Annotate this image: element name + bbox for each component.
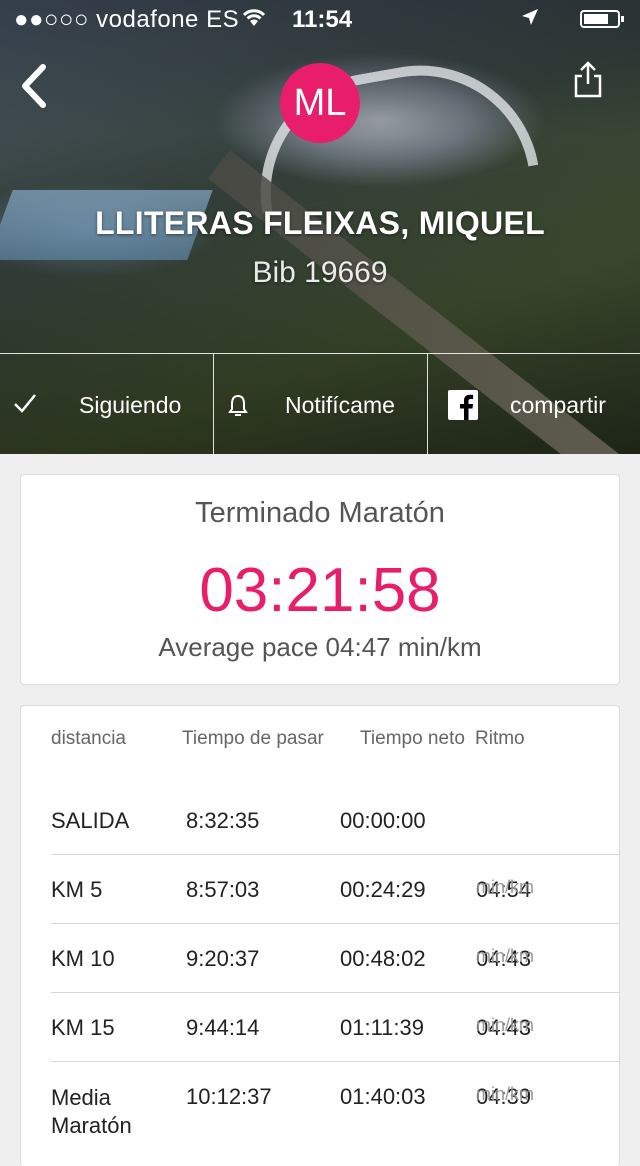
table-row: KM 10 9:20:37 00:48:02 04:43 min/km	[51, 924, 619, 993]
avatar: ML	[280, 63, 360, 143]
hero-header: ●●○○○ vodafone ES 11:54 ML LLITERAS FLEI…	[0, 0, 640, 454]
split-name: KM 5	[51, 877, 103, 902]
result-card: Terminado Maratón 03:21:58 Average pace …	[20, 474, 620, 685]
location-arrow-icon	[520, 7, 540, 33]
table-header: distancia Tiempo de pasar Tiempo neto Ri…	[51, 728, 611, 758]
split-pass-time: 8:57:03	[186, 877, 260, 902]
split-net-time: 01:40:03	[340, 1084, 426, 1109]
average-pace: Average pace 04:47 min/km	[158, 632, 482, 662]
table-row: Media Maratón 10:12:37 01:40:03 04:39 min…	[51, 1084, 534, 1138]
battery-icon	[580, 10, 624, 28]
column-net-time: Tiempo neto	[360, 728, 465, 749]
table-row: KM 5 8:57:03 00:24:29 04:54 min/km	[51, 855, 619, 924]
athlete-name: LLITERAS FLEIXAS, MIQUEL	[95, 205, 545, 241]
column-distance: distancia	[51, 728, 126, 749]
back-button[interactable]	[14, 58, 54, 114]
follow-button[interactable]: Siguiendo	[0, 354, 213, 454]
share-label: compartir	[510, 392, 606, 418]
bell-icon	[228, 394, 248, 424]
split-pass-time: 10:12:37	[186, 1084, 272, 1109]
splits-table: distancia Tiempo de pasar Tiempo neto Ri…	[20, 705, 620, 1166]
background-photo-building	[241, 46, 539, 214]
split-name: SALIDA	[51, 808, 130, 833]
split-pass-time: 9:44:14	[186, 1015, 260, 1040]
wifi-icon	[240, 6, 268, 35]
split-name: KM 15	[51, 1015, 115, 1040]
split-net-time: 01:11:39	[340, 1015, 425, 1040]
split-net-time: 00:00:00	[340, 808, 426, 833]
clock: 11:54	[292, 6, 353, 33]
share-button[interactable]	[570, 60, 606, 100]
notify-button[interactable]: Notifícame	[213, 354, 427, 454]
carrier-label: ●●○○○ vodafone ES	[14, 6, 240, 33]
race-status: Terminado Maratón	[195, 497, 445, 529]
action-bar: Siguiendo Notifícame compartir	[0, 353, 640, 454]
column-pace: Ritmo	[475, 728, 525, 749]
share-icon	[574, 61, 602, 98]
status-bar: ●●○○○ vodafone ES 11:54	[0, 0, 640, 40]
follow-label: Siguiendo	[79, 392, 182, 418]
column-pass-time: Tiempo de pasar	[182, 728, 324, 749]
bib-number: Bib 19669	[252, 256, 388, 289]
notify-label: Notifícame	[285, 392, 395, 418]
split-pass-time: 9:20:37	[186, 946, 260, 971]
table-row: KM 15 9:44:14 01:11:39 04:43 min/km	[51, 993, 619, 1062]
facebook-icon	[448, 390, 478, 426]
finish-time: 03:21:58	[199, 556, 441, 625]
split-pass-time: 8:32:35	[186, 808, 260, 833]
split-name-line2: Maratón	[51, 1113, 132, 1138]
share-facebook-button[interactable]: compartir	[427, 354, 640, 454]
table-row: SALIDA 8:32:35 00:00:00	[51, 786, 619, 855]
split-net-time: 00:48:02	[340, 946, 426, 971]
back-arrow-icon	[22, 64, 46, 108]
checkmark-icon	[12, 390, 38, 422]
split-name: KM 10	[51, 946, 115, 971]
split-name: Media	[51, 1085, 111, 1110]
split-net-time: 00:24:29	[340, 877, 426, 902]
